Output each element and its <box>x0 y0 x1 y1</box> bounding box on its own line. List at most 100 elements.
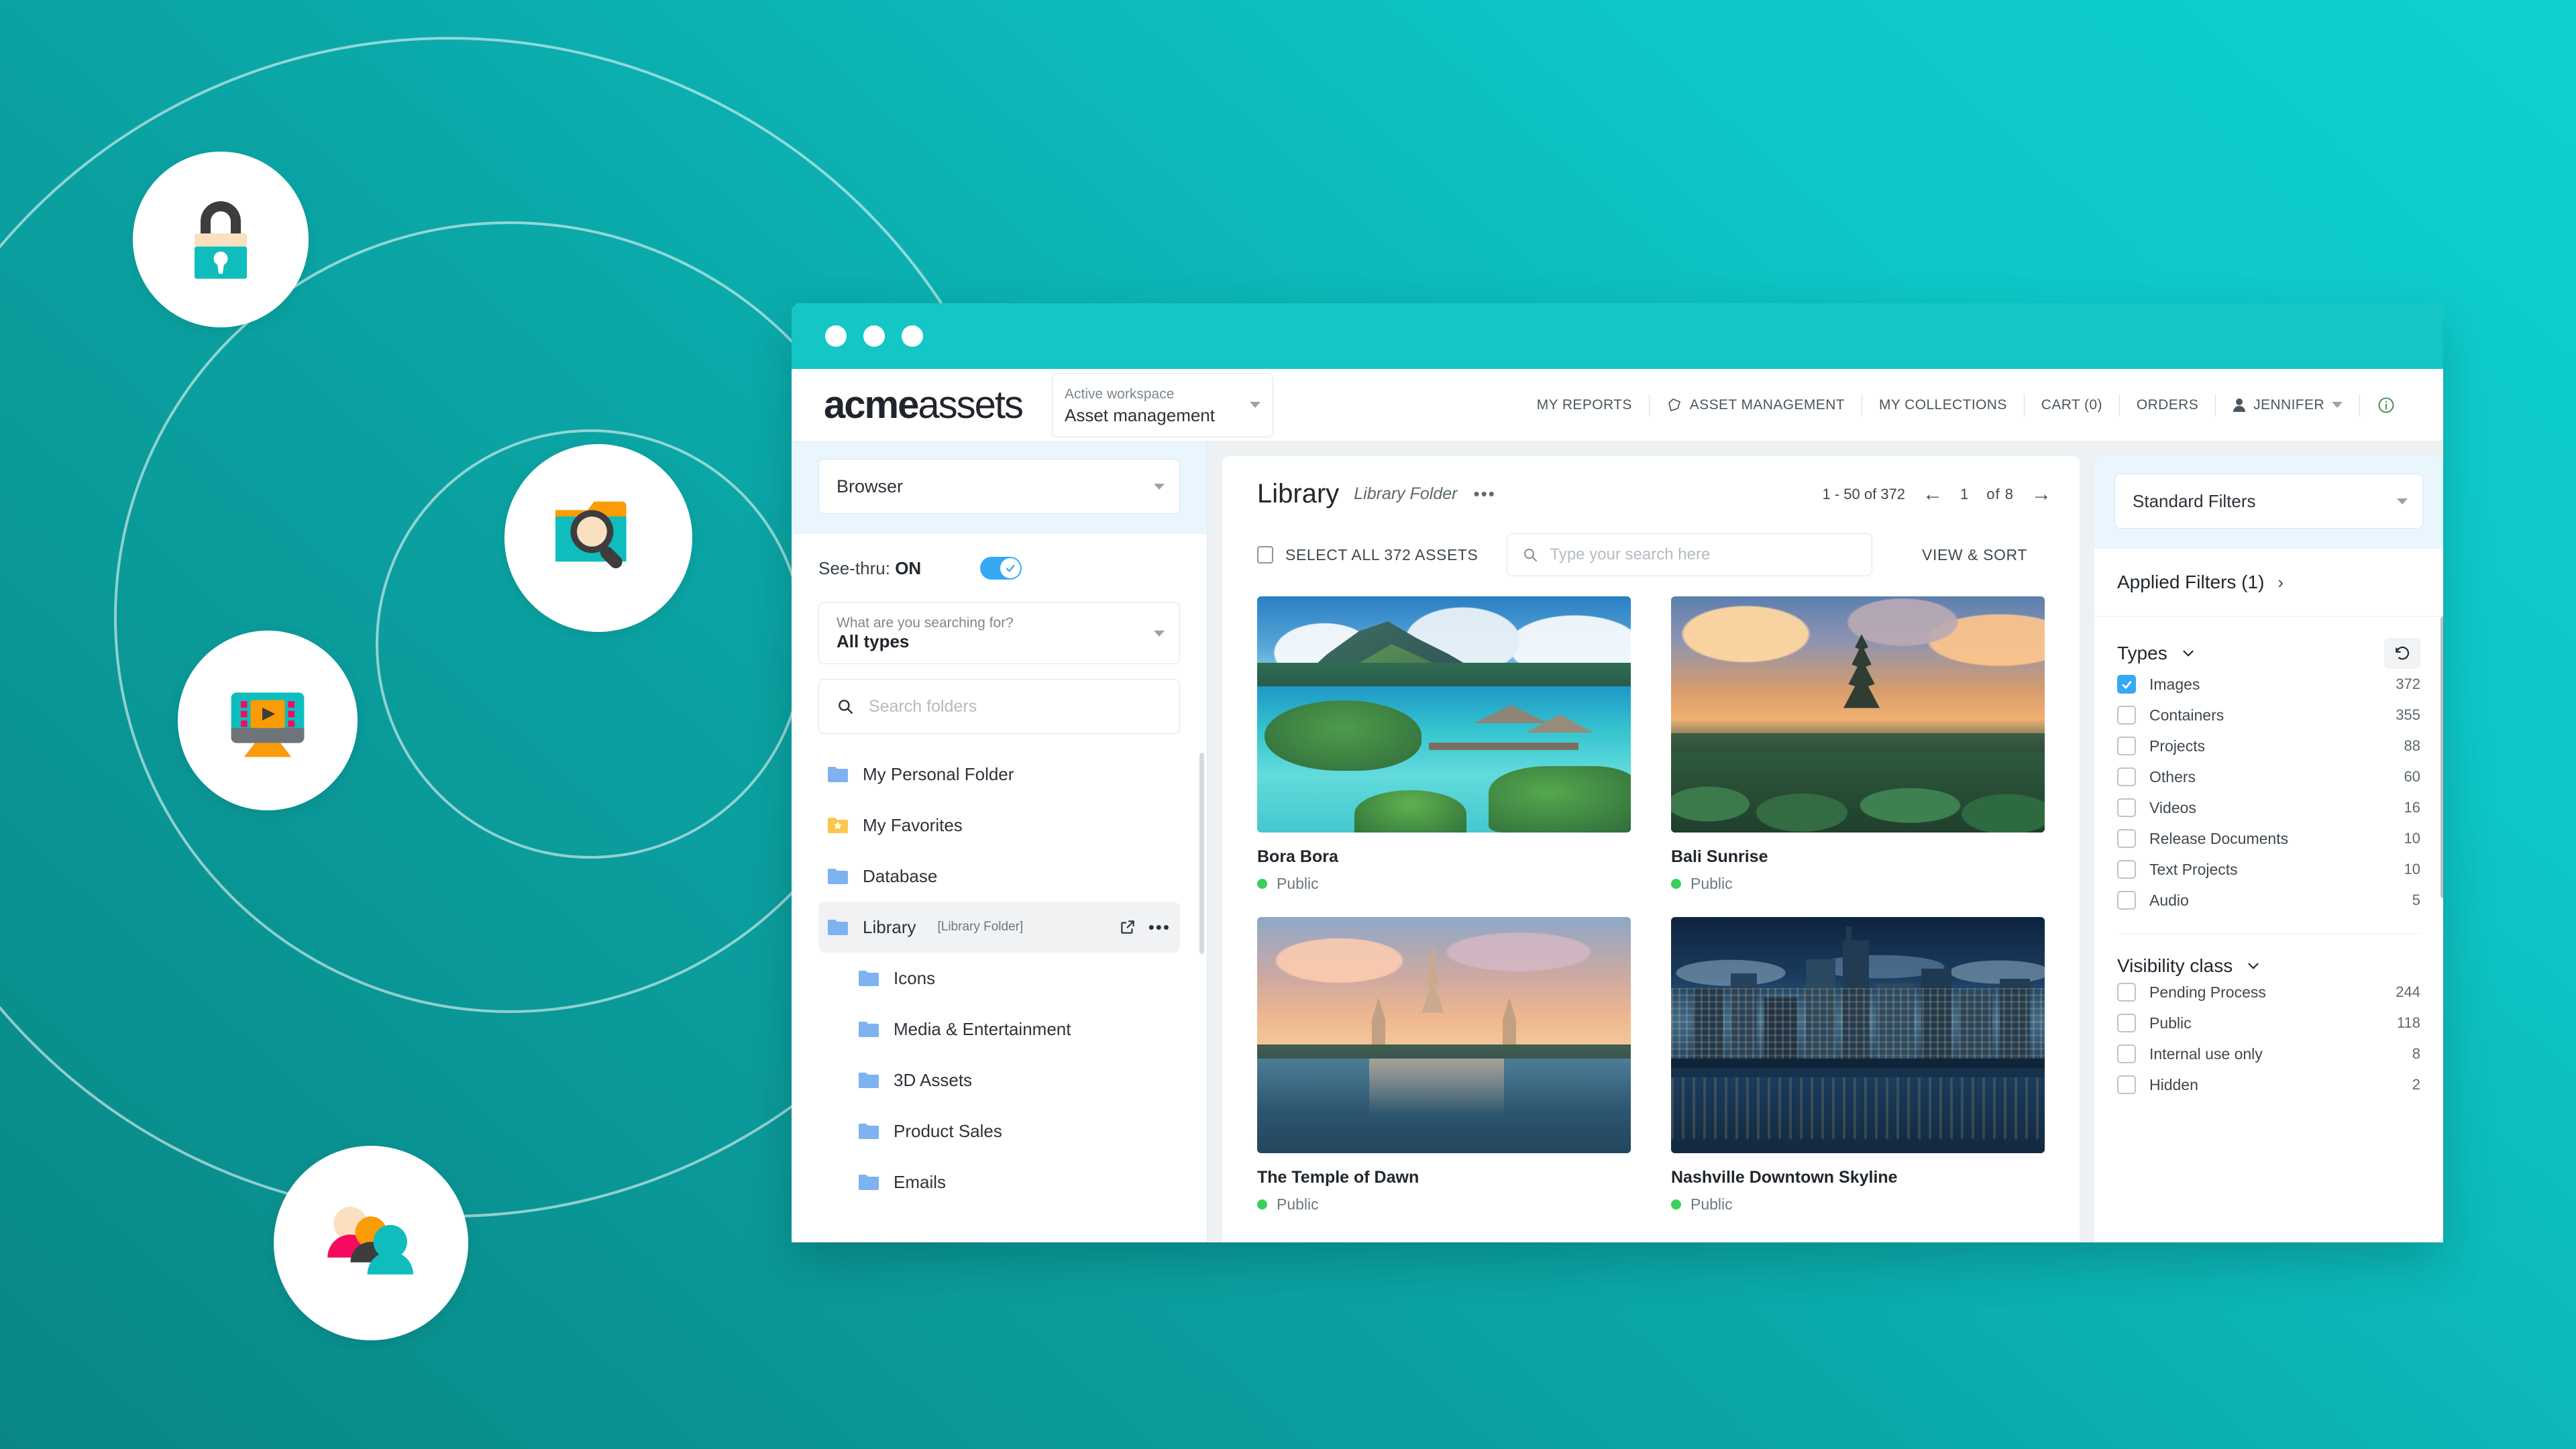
nav-orders[interactable]: ORDERS <box>2120 397 2215 413</box>
asset-title: Bora Bora <box>1257 847 1338 866</box>
filter-section-visibility-class: Visibility class Pending Process 244 Public… <box>2094 934 2443 1100</box>
folder-search-icon <box>555 501 627 569</box>
asset-card[interactable]: Nashville Downtown Skyline Public <box>1671 917 2045 1214</box>
filter-section-title: Visibility class <box>2117 955 2233 976</box>
folder-tree: My Personal Folder My Favorites Database Li… <box>792 749 1207 1242</box>
tree-item-3d-assets[interactable]: 3D Assets <box>818 1055 1180 1106</box>
filter-checkbox[interactable] <box>2117 829 2136 848</box>
filter-checkbox[interactable] <box>2117 1044 2136 1063</box>
filter-section-header[interactable]: Types <box>2117 638 2420 669</box>
tree-item-label: Database <box>863 865 938 886</box>
filter-section-header[interactable]: Visibility class <box>2117 955 2420 977</box>
asset-browser-header: Library Library Folder ••• 1 - 50 of 372… <box>1222 456 2080 576</box>
filter-row[interactable]: Text Projects 10 <box>2117 854 2420 885</box>
see-thru-toggle[interactable] <box>980 557 1022 580</box>
tag-icon <box>1668 398 1680 411</box>
nav-cart[interactable]: CART (0) <box>2025 397 2119 413</box>
status-dot-icon <box>1671 879 1681 889</box>
folder-star-icon <box>828 818 848 833</box>
filter-row[interactable]: Hidden 2 <box>2117 1069 2420 1100</box>
asset-card[interactable]: The Temple of Dawn Public <box>1257 917 1631 1214</box>
nav-my-reports[interactable]: MY REPORTS <box>1520 397 1649 413</box>
filter-row[interactable]: Containers 355 <box>2117 700 2420 731</box>
page-number: 1 <box>1960 485 1970 502</box>
nav-info[interactable] <box>2360 396 2412 415</box>
asset-search-input[interactable]: Type your search here <box>1506 533 1872 576</box>
filter-row[interactable]: Release Documents 10 <box>2117 823 2420 854</box>
window-close-dot[interactable] <box>825 325 847 347</box>
browser-select-value: Browser <box>837 476 904 496</box>
window-maximize-dot[interactable] <box>902 325 923 347</box>
asset-thumbnail[interactable] <box>1257 596 1631 833</box>
applied-filters-link[interactable]: Applied Filters (1) › <box>2094 549 2443 616</box>
nav-my-reports-label: MY REPORTS <box>1536 396 1632 413</box>
badge-folder-search <box>504 444 692 632</box>
filter-checkbox[interactable] <box>2117 798 2136 817</box>
tree-item-emails[interactable]: Emails <box>818 1157 1180 1208</box>
page-kind: Library Folder <box>1354 484 1458 503</box>
asset-thumbnail[interactable] <box>1671 917 2045 1153</box>
filter-checkbox[interactable] <box>2117 737 2136 755</box>
folder-search-field[interactable]: Search folders <box>818 679 1180 734</box>
search-type-select[interactable]: What are you searching for? All types <box>818 602 1180 664</box>
filter-checkbox[interactable] <box>2117 706 2136 724</box>
tree-item-database[interactable]: Database <box>818 851 1180 902</box>
filter-checkbox[interactable] <box>2117 1075 2136 1094</box>
filter-row[interactable]: Pending Process 244 <box>2117 977 2420 1008</box>
tree-item-library[interactable]: Library [Library Folder] ••• <box>818 902 1180 953</box>
filter-checkbox[interactable] <box>2117 767 2136 786</box>
nav-my-collections[interactable]: MY COLLECTIONS <box>1862 397 2024 413</box>
next-page-arrow-icon[interactable]: → <box>2031 483 2051 506</box>
tree-item-product-sales[interactable]: Product Sales <box>818 1106 1180 1157</box>
page-total: of 8 <box>1986 485 2014 502</box>
filter-row[interactable]: Public 118 <box>2117 1008 2420 1038</box>
select-all-checkbox[interactable] <box>1257 546 1273 564</box>
tree-item-my-favorites[interactable]: My Favorites <box>818 800 1180 851</box>
filter-checkbox[interactable] <box>2117 891 2136 910</box>
badge-media-player <box>178 631 358 810</box>
filter-count: 16 <box>2404 799 2420 816</box>
view-and-sort-button[interactable]: VIEW & SORT <box>1922 546 2027 564</box>
see-thru-state: ON <box>895 557 922 578</box>
filter-row[interactable]: Audio 5 <box>2117 885 2420 916</box>
info-icon <box>2378 397 2394 413</box>
filter-preset-select[interactable]: Standard Filters <box>2114 474 2423 529</box>
media-player-icon <box>231 692 305 757</box>
nav-asset-management[interactable]: ASSET MANAGEMENT <box>1650 397 1862 413</box>
app-logo[interactable]: acmeassets <box>824 382 1024 427</box>
filter-checkbox[interactable] <box>2117 1014 2136 1032</box>
filter-row[interactable]: Others 60 <box>2117 761 2420 792</box>
select-all-control[interactable]: SELECT ALL 372 ASSETS <box>1257 546 1479 564</box>
filter-row[interactable]: Projects 88 <box>2117 731 2420 761</box>
asset-card[interactable]: Bora Bora Public <box>1257 596 1631 893</box>
lock-icon <box>195 201 247 279</box>
filter-checkbox[interactable] <box>2117 983 2136 1002</box>
asset-card[interactable]: Bali Sunrise Public <box>1671 596 2045 893</box>
window-minimize-dot[interactable] <box>863 325 885 347</box>
prev-page-arrow-icon[interactable]: ← <box>1923 483 1943 506</box>
browser-select[interactable]: Browser <box>818 459 1180 514</box>
filter-row[interactable]: Videos 16 <box>2117 792 2420 823</box>
filter-row[interactable]: Internal use only 8 <box>2117 1038 2420 1069</box>
filter-row[interactable]: Images 372 <box>2117 669 2420 700</box>
nav-user-menu[interactable]: JENNIFER <box>2216 397 2359 413</box>
tree-item-my-personal-folder[interactable]: My Personal Folder <box>818 749 1180 800</box>
reset-filter-button[interactable] <box>2384 638 2420 669</box>
filter-checkbox[interactable] <box>2117 675 2136 694</box>
page-title: Library <box>1257 479 1340 508</box>
filter-count: 10 <box>2404 861 2420 877</box>
tree-item-media-entertainment[interactable]: Media & Entertainment <box>818 1004 1180 1055</box>
folder-icon <box>828 767 848 782</box>
external-link-icon[interactable] <box>1119 918 1136 936</box>
active-workspace-select[interactable]: Active workspace Asset management <box>1051 372 1273 437</box>
filter-count: 355 <box>2396 706 2420 723</box>
asset-thumbnail[interactable] <box>1671 596 2045 833</box>
app-header: acmeassets Active workspace Asset manage… <box>792 369 2443 441</box>
filter-checkbox[interactable] <box>2117 860 2136 879</box>
more-icon[interactable]: ••• <box>1148 917 1171 938</box>
more-icon[interactable]: ••• <box>1474 484 1496 504</box>
asset-thumbnail[interactable] <box>1257 917 1631 1153</box>
filter-count: 10 <box>2404 830 2420 847</box>
tree-item-icons[interactable]: Icons <box>818 953 1180 1004</box>
tree-scrollbar[interactable] <box>1199 753 1204 954</box>
